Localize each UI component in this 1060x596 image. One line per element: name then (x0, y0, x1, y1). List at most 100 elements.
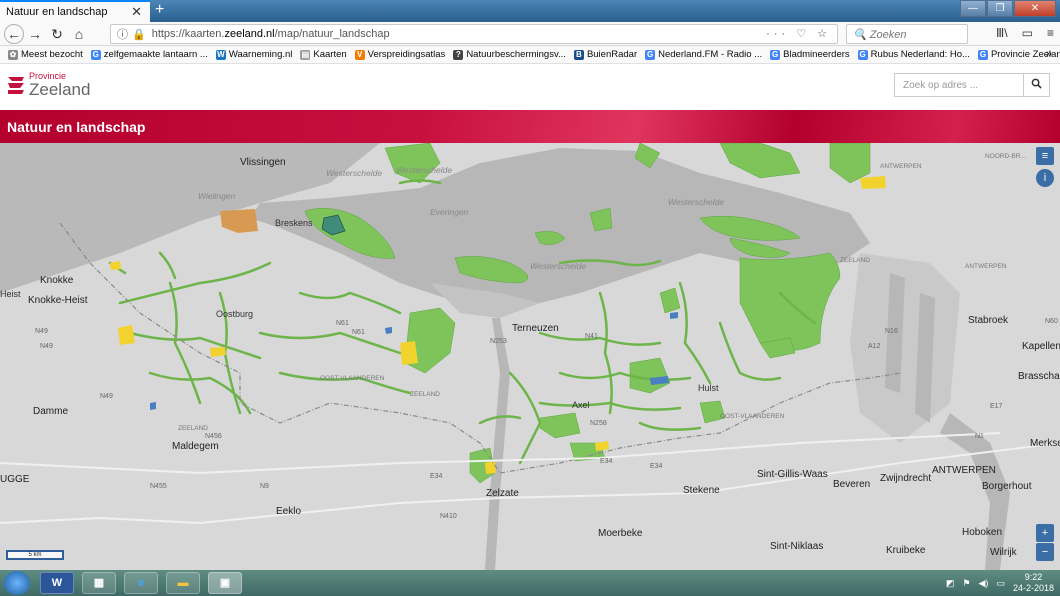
map-region-label: ANTWERPEN (880, 163, 922, 170)
library-icon[interactable]: Ⅲ\ (996, 26, 1008, 40)
bookmark-item[interactable]: Gzelfgemaakte lantaarn ... (90, 49, 208, 60)
map-region-label: ZEELAND (178, 425, 208, 432)
map-road-label: N49 (35, 328, 48, 335)
map-road-label: N455 (150, 483, 167, 490)
bookmark-item[interactable]: ▤ Kaarten (300, 49, 347, 60)
address-search-button[interactable] (1024, 73, 1050, 97)
bookmark-favicon-icon: G (645, 49, 656, 60)
zoom-out-icon: − (1041, 546, 1049, 558)
map-place-label: Borgerhout (982, 481, 1032, 492)
internet-explorer-icon[interactable]: e (124, 572, 158, 594)
map-place-label: ANTWERPEN (932, 465, 996, 476)
volume-icon[interactable]: ◀) (979, 578, 989, 589)
word-app-icon[interactable]: W (40, 572, 74, 594)
back-button[interactable]: ← (4, 23, 24, 44)
map-place-label: Terneuzen (512, 323, 559, 334)
map-place-label: Eeklo (276, 506, 302, 517)
new-tab-button[interactable]: + (155, 1, 164, 19)
address-search-input[interactable]: Zoek op adres ... (894, 73, 1024, 97)
url-domain: zeeland.nl (224, 28, 275, 40)
bookmark-label: BuienRadar (586, 49, 638, 60)
map-place-label: Damme (33, 406, 69, 417)
language-icon[interactable]: ◩ (946, 578, 955, 589)
url-bar[interactable]: ⓘ 🔒 https://kaarten. zeeland.nl/map/natuu… (110, 24, 838, 44)
menu-icon[interactable]: ≡ (1047, 26, 1054, 40)
zeeland-logo-mark-icon (8, 77, 24, 94)
tab-natuur-en-landschap[interactable]: Natuur en landschap ✕ (0, 0, 150, 22)
bookmark-label: Verspreidingsatlas (367, 49, 446, 60)
provincie-zeeland-logo[interactable]: Provincie Zeeland (6, 72, 90, 98)
info-button[interactable]: i (1036, 169, 1054, 187)
info-icon[interactable]: ⓘ (117, 26, 128, 42)
bookmark-item[interactable]: ✿ Meest bezocht (8, 49, 83, 60)
system-tray: ◩ ⚑ ◀) ▭ 9:22 24-2-2018 (946, 572, 1054, 594)
map-place-label: Vlissingen (240, 157, 286, 168)
map-road-label: N60 (1045, 318, 1058, 325)
bookmark-favicon-icon: B (573, 49, 584, 60)
map-road-label: E34 (650, 463, 663, 470)
map-road-label: N9 (260, 483, 269, 490)
map-viewer[interactable]: Vlissingen Breskens Knokke Heist Knokke-Heis… (0, 143, 1060, 570)
scale-bar: 5 km (6, 550, 64, 560)
bookmark-item[interactable]: G Bladmineerders (770, 49, 850, 60)
layers-button[interactable]: ≡ (1036, 147, 1054, 165)
home-button[interactable]: ⌂ (68, 23, 90, 45)
tab-close-icon[interactable]: ✕ (131, 4, 142, 20)
layers-icon: ≡ (1041, 150, 1049, 162)
maximize-button[interactable]: ❐ (987, 0, 1013, 17)
bookmark-item[interactable]: G Rubus Nederland: Ho... (857, 49, 970, 60)
start-button[interactable] (4, 571, 30, 595)
bookmark-favicon-icon: G (977, 49, 988, 60)
close-window-button[interactable]: ✕ (1014, 0, 1056, 17)
zoom-in-icon: + (1041, 527, 1049, 539)
bookmark-item[interactable]: V Verspreidingsatlas (354, 49, 446, 60)
map-place-label: Hulst (698, 383, 719, 393)
bookmark-item[interactable]: ? Natuurbeschermingsv... (453, 49, 566, 60)
bookmark-label: Nederland.FM - Radio ... (658, 49, 763, 60)
map-region-label: ANTWERPEN (965, 263, 1007, 270)
system-clock[interactable]: 9:22 24-2-2018 (1013, 572, 1054, 594)
search-input[interactable]: 🔍 Zoeken (846, 24, 968, 44)
map-road-label: N16 (885, 328, 898, 335)
map-canvas[interactable] (0, 143, 1060, 570)
map-road-label: N253 (490, 338, 507, 345)
map-road-label: N61 (352, 329, 365, 336)
active-app-icon[interactable]: ▣ (208, 572, 242, 594)
map-road-label: N258 (590, 420, 607, 427)
map-place-label: Beveren (833, 479, 871, 490)
map-water-label: Westerschelde (668, 197, 725, 207)
windows-taskbar: W ▦ e ▬ ▣ ◩ ⚑ ◀) ▭ 9:22 24-2-2018 (0, 570, 1060, 596)
network-icon[interactable]: ▭ (996, 578, 1005, 589)
map-road-label: N49 (100, 393, 113, 400)
logo-text: Provincie Zeeland (29, 72, 90, 99)
file-explorer-icon[interactable]: ▬ (166, 572, 200, 594)
bookmark-item[interactable]: B BuienRadar (573, 49, 638, 60)
bookmark-favicon-icon: G (90, 49, 101, 60)
map-place-label: Breskens (275, 218, 313, 228)
bookmarks-bar: ✿ Meest bezocht Gzelfgemaakte lantaarn ...… (0, 46, 1060, 64)
lock-icon: 🔒 (132, 28, 146, 41)
map-place-label: Maldegem (172, 441, 219, 452)
reload-button[interactable]: ↻ (46, 23, 68, 45)
sidebar-icon[interactable]: ▭ (1022, 26, 1033, 40)
flag-icon[interactable]: ⚑ (962, 578, 970, 589)
bookmark-label: Waarneming.nl (228, 49, 293, 60)
url-actions[interactable]: ··· ♡ ☆ (766, 27, 831, 40)
map-place-label: Brasschaat (1018, 371, 1060, 382)
search-placeholder: Zoeken (869, 29, 907, 41)
map-place-label: UGGE (0, 474, 30, 485)
map-place-label: Sint-Gillis-Waas (757, 469, 828, 480)
zoom-in-button[interactable]: + (1036, 524, 1054, 542)
bookmark-item[interactable]: W Waarneming.nl (215, 49, 293, 60)
bookmark-item[interactable]: G Nederland.FM - Radio ... (645, 49, 762, 60)
calculator-app-icon[interactable]: ▦ (82, 572, 116, 594)
map-region-label: OOST-VLAANDEREN (320, 375, 385, 382)
map-road-label: E17 (990, 403, 1003, 410)
forward-button[interactable]: → (24, 23, 46, 45)
minimize-button[interactable]: — (960, 0, 986, 17)
clock-date: 24-2-2018 (1012, 583, 1054, 593)
bookmarks-overflow-button[interactable]: » (1046, 48, 1052, 60)
map-road-label: E34 (430, 473, 443, 480)
zoom-out-button[interactable]: − (1036, 543, 1054, 561)
url-prefix: https://kaarten. (151, 28, 225, 40)
